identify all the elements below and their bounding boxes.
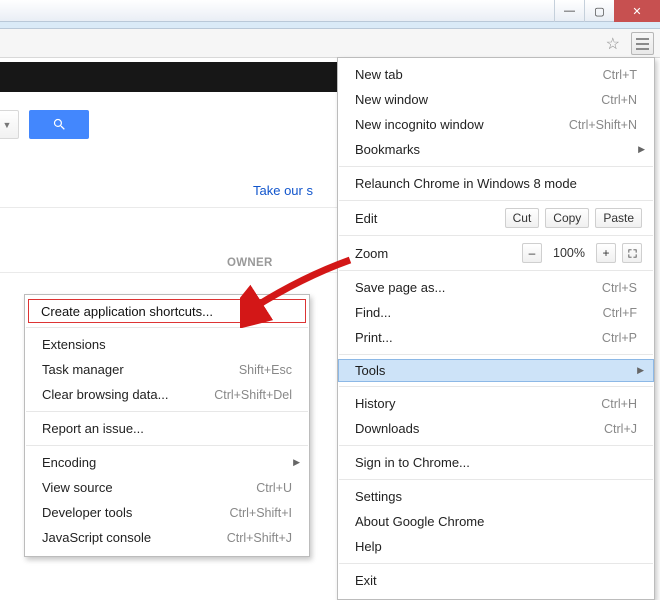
menu-separator	[339, 354, 653, 355]
shortcut-text: Ctrl+P	[602, 331, 637, 345]
tools-submenu: Create application shortcuts... Extensio…	[24, 294, 310, 557]
menu-separator	[26, 445, 308, 446]
fullscreen-icon	[627, 248, 638, 259]
cut-button[interactable]: Cut	[505, 208, 540, 228]
zoom-value: 100%	[548, 246, 590, 260]
search-icon	[52, 117, 67, 132]
menu-zoom-row: Zoom – 100% +	[338, 240, 654, 266]
shortcut-text: Ctrl+S	[602, 281, 637, 295]
tab-strip	[0, 22, 660, 29]
submenu-arrow-icon: ▶	[293, 457, 300, 468]
menu-create-app-shortcuts[interactable]: Create application shortcuts...	[28, 299, 306, 323]
menu-new-window[interactable]: New windowCtrl+N	[338, 87, 654, 112]
shortcut-text: Ctrl+H	[601, 397, 637, 411]
menu-separator	[339, 235, 653, 236]
shortcut-text: Ctrl+J	[604, 422, 637, 436]
window-maximize-button[interactable]: ▢	[584, 0, 614, 22]
menu-developer-tools[interactable]: Developer toolsCtrl+Shift+I	[25, 500, 309, 525]
menu-tools[interactable]: Tools▶	[338, 359, 654, 382]
shortcut-text: Ctrl+Shift+Del	[214, 388, 292, 402]
menu-separator	[339, 563, 653, 564]
paste-button[interactable]: Paste	[595, 208, 642, 228]
menu-separator	[26, 327, 308, 328]
window-minimize-button[interactable]: —	[554, 0, 584, 22]
menu-separator	[339, 166, 653, 167]
menu-view-source[interactable]: View sourceCtrl+U	[25, 475, 309, 500]
window-titlebar: — ▢ ✕	[0, 0, 660, 22]
menu-report-issue[interactable]: Report an issue...	[25, 416, 309, 441]
chrome-menu-button[interactable]	[631, 32, 654, 55]
menu-history[interactable]: HistoryCtrl+H	[338, 391, 654, 416]
zoom-in-button[interactable]: +	[596, 243, 616, 263]
shortcut-text: Ctrl+U	[256, 481, 292, 495]
submenu-arrow-icon: ▶	[637, 365, 644, 376]
menu-separator	[26, 411, 308, 412]
edit-label: Edit	[355, 211, 499, 226]
shortcut-text: Ctrl+N	[601, 93, 637, 107]
fullscreen-button[interactable]	[622, 243, 642, 263]
menu-settings[interactable]: Settings	[338, 484, 654, 509]
chrome-main-menu: New tabCtrl+T New windowCtrl+N New incog…	[337, 57, 655, 600]
menu-extensions[interactable]: Extensions	[25, 332, 309, 357]
search-button[interactable]	[29, 110, 89, 139]
owner-column-header: OWNER	[227, 257, 273, 269]
menu-bookmarks[interactable]: Bookmarks▶	[338, 137, 654, 162]
app-header-bar	[0, 62, 341, 92]
search-options-dropdown[interactable]: ▼	[0, 110, 19, 139]
menu-downloads[interactable]: DownloadsCtrl+J	[338, 416, 654, 441]
menu-javascript-console[interactable]: JavaScript consoleCtrl+Shift+J	[25, 525, 309, 550]
menu-separator	[339, 386, 653, 387]
shortcut-text: Ctrl+Shift+N	[569, 118, 637, 132]
menu-relaunch-win8[interactable]: Relaunch Chrome in Windows 8 mode	[338, 171, 654, 196]
shortcut-text: Ctrl+F	[603, 306, 637, 320]
menu-separator	[339, 445, 653, 446]
menu-help[interactable]: Help	[338, 534, 654, 559]
submenu-arrow-icon: ▶	[638, 144, 645, 155]
menu-encoding[interactable]: Encoding▶	[25, 450, 309, 475]
window-close-button[interactable]: ✕	[614, 0, 660, 22]
shortcut-text: Ctrl+T	[603, 68, 637, 82]
shortcut-text: Ctrl+Shift+I	[229, 506, 292, 520]
menu-new-incognito[interactable]: New incognito windowCtrl+Shift+N	[338, 112, 654, 137]
menu-separator	[339, 200, 653, 201]
survey-link[interactable]: Take our s	[253, 183, 313, 198]
menu-separator	[339, 270, 653, 271]
menu-sign-in[interactable]: Sign in to Chrome...	[338, 450, 654, 475]
menu-new-tab[interactable]: New tabCtrl+T	[338, 62, 654, 87]
bookmark-star-icon[interactable]: ☆	[606, 34, 620, 54]
menu-find[interactable]: Find...Ctrl+F	[338, 300, 654, 325]
menu-about-chrome[interactable]: About Google Chrome	[338, 509, 654, 534]
menu-exit[interactable]: Exit	[338, 568, 654, 593]
copy-button[interactable]: Copy	[545, 208, 589, 228]
browser-toolbar: ☆	[0, 29, 660, 58]
menu-separator	[339, 479, 653, 480]
zoom-out-button[interactable]: –	[522, 243, 542, 263]
divider	[0, 207, 340, 208]
shortcut-text: Shift+Esc	[239, 363, 292, 377]
shortcut-text: Ctrl+Shift+J	[227, 531, 292, 545]
divider	[0, 272, 340, 273]
menu-print[interactable]: Print...Ctrl+P	[338, 325, 654, 350]
menu-clear-browsing-data[interactable]: Clear browsing data...Ctrl+Shift+Del	[25, 382, 309, 407]
menu-task-manager[interactable]: Task managerShift+Esc	[25, 357, 309, 382]
menu-edit-row: Edit Cut Copy Paste	[338, 205, 654, 231]
zoom-label: Zoom	[355, 246, 516, 261]
menu-save-page-as[interactable]: Save page as...Ctrl+S	[338, 275, 654, 300]
